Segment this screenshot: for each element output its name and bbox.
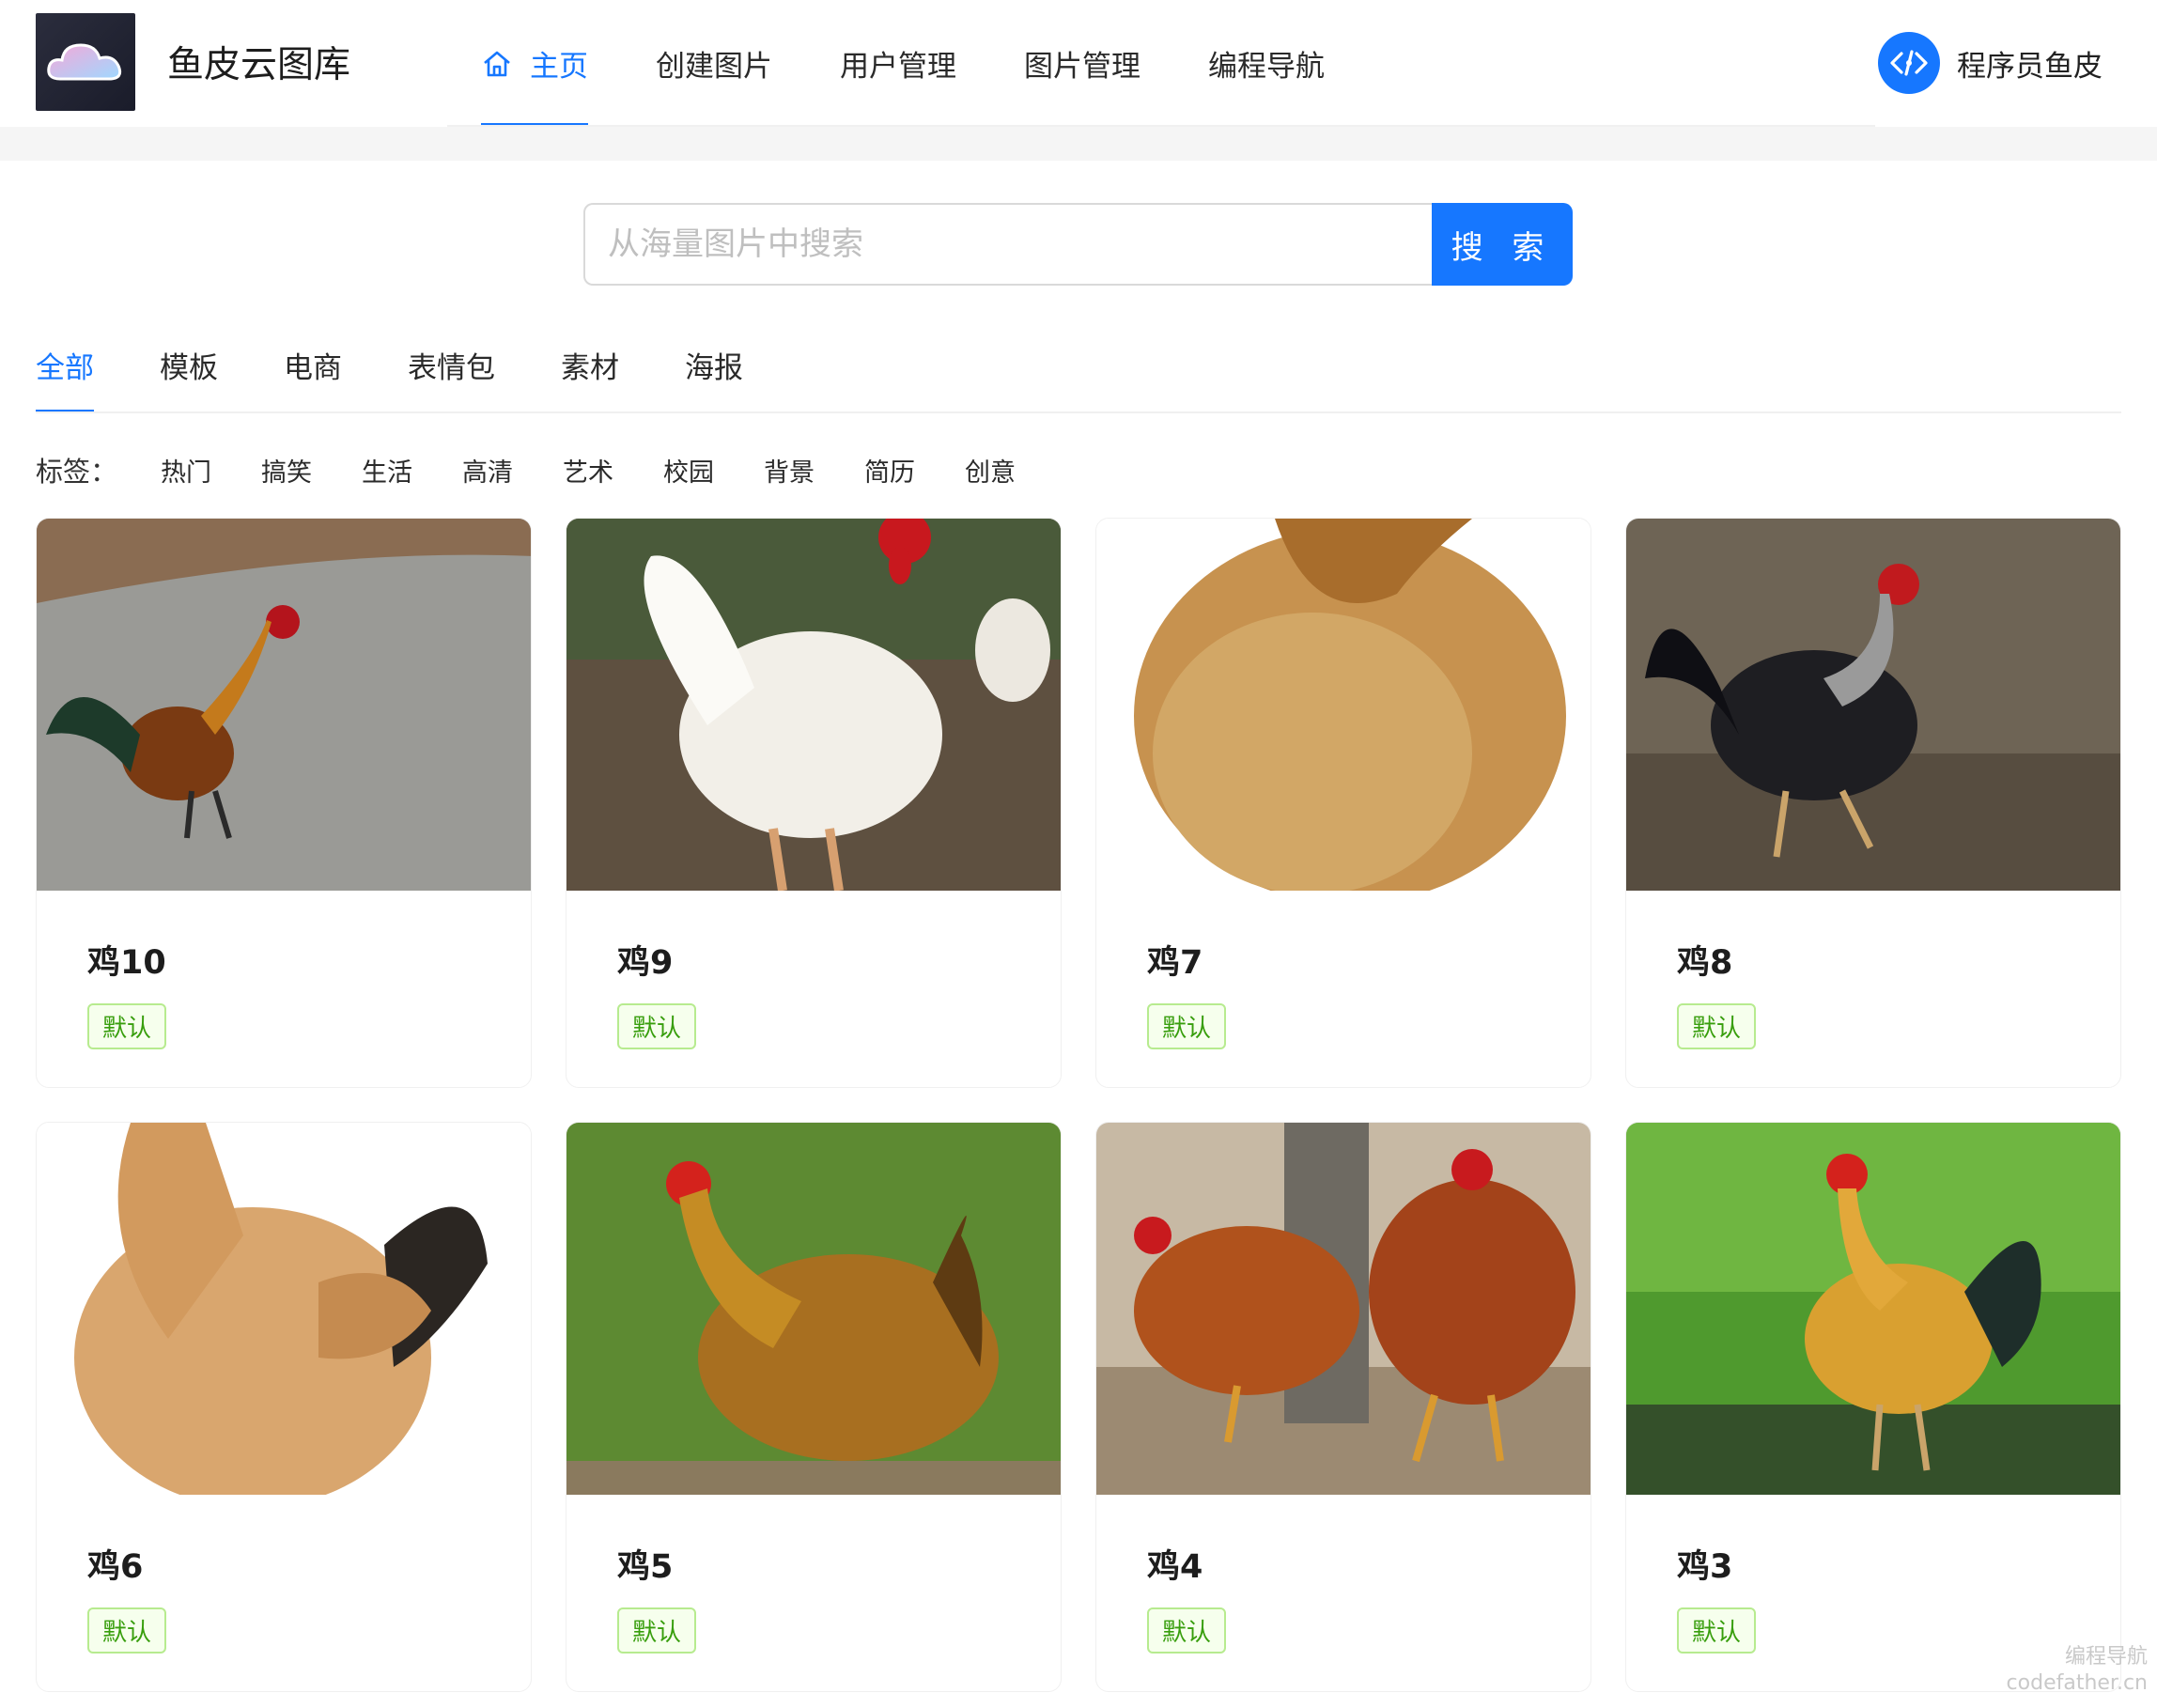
header-separator bbox=[0, 127, 2157, 161]
tab-template[interactable]: 模板 bbox=[160, 338, 218, 413]
tag-hot[interactable]: 热门 bbox=[161, 452, 211, 489]
nav-item-create-picture[interactable]: 创建图片 bbox=[622, 0, 806, 127]
tag-funny[interactable]: 搞笑 bbox=[261, 452, 312, 489]
tag-campus[interactable]: 校园 bbox=[663, 452, 714, 489]
picture-image[interactable] bbox=[1626, 519, 2120, 891]
tab-material[interactable]: 素材 bbox=[561, 338, 619, 413]
tag-creative[interactable]: 创意 bbox=[965, 452, 1016, 489]
category-badge: 默认 bbox=[1147, 1607, 1227, 1654]
site-watermark: 编程导航 codefather.cn bbox=[2007, 1644, 2148, 1697]
picture-image[interactable] bbox=[566, 519, 1061, 891]
picture-card[interactable]: 鸡3 默认 bbox=[1625, 1122, 2121, 1692]
home-icon bbox=[481, 48, 513, 80]
search-bar: 搜 索 bbox=[583, 203, 1573, 286]
picture-card[interactable]: 鸡8 默认 bbox=[1625, 518, 2121, 1088]
nav-item-label: 图片管理 bbox=[1024, 50, 1141, 84]
picture-title: 鸡6 bbox=[87, 1548, 144, 1586]
tag-life[interactable]: 生活 bbox=[362, 452, 412, 489]
tag-background[interactable]: 背景 bbox=[764, 452, 815, 489]
user-menu[interactable]: 程序员鱼皮 bbox=[1878, 32, 2103, 94]
picture-title: 鸡10 bbox=[87, 944, 166, 982]
nav-item-home[interactable]: 主页 bbox=[447, 0, 622, 127]
picture-image[interactable] bbox=[1096, 519, 1591, 891]
main-nav: 主页 创建图片 用户管理 图片管理 编程导航 bbox=[447, 0, 1358, 127]
watermark-line: codefather.cn bbox=[2006, 1671, 2148, 1695]
picture-grid: 鸡10 默认 鸡9 默认 鸡7 默认 鸡8 默认 鸡6 默认 鸡5 默认 鸡4 … bbox=[36, 518, 2121, 1692]
nav-item-picture-manage[interactable]: 图片管理 bbox=[990, 0, 1174, 127]
tabs-divider bbox=[36, 411, 2121, 413]
category-badge: 默认 bbox=[1677, 1003, 1757, 1049]
tag-filter: 标签： 热门 搞笑 生活 高清 艺术 校园 背景 简历 创意 bbox=[36, 449, 1065, 490]
category-badge: 默认 bbox=[1677, 1607, 1757, 1654]
nav-item-label: 用户管理 bbox=[840, 50, 956, 84]
picture-title: 鸡4 bbox=[1147, 1548, 1203, 1586]
search-input[interactable] bbox=[583, 203, 1432, 286]
picture-title: 鸡5 bbox=[617, 1548, 674, 1586]
picture-title: 鸡7 bbox=[1147, 944, 1203, 982]
category-badge: 默认 bbox=[1147, 1003, 1227, 1049]
user-name[interactable]: 程序员鱼皮 bbox=[1957, 42, 2103, 85]
picture-title: 鸡9 bbox=[617, 944, 674, 982]
picture-image[interactable] bbox=[566, 1123, 1061, 1495]
tags-label: 标签： bbox=[36, 456, 118, 488]
picture-image[interactable] bbox=[37, 1123, 531, 1495]
top-header: 鱼皮云图库 主页 创建图片 用户管理 图片管理 编程导航 程序员鱼皮 bbox=[0, 0, 2157, 127]
tag-resume[interactable]: 简历 bbox=[864, 452, 915, 489]
tag-hd[interactable]: 高清 bbox=[462, 452, 513, 489]
site-logo[interactable] bbox=[36, 13, 135, 111]
picture-card[interactable]: 鸡9 默认 bbox=[566, 518, 1062, 1088]
picture-card[interactable]: 鸡10 默认 bbox=[36, 518, 532, 1088]
tab-emoji[interactable]: 表情包 bbox=[408, 338, 495, 413]
picture-image[interactable] bbox=[1096, 1123, 1591, 1495]
picture-image[interactable] bbox=[37, 519, 531, 891]
avatar[interactable] bbox=[1878, 32, 1940, 94]
tab-ecommerce[interactable]: 电商 bbox=[284, 338, 342, 413]
category-badge: 默认 bbox=[87, 1003, 167, 1049]
search-button[interactable]: 搜 索 bbox=[1432, 203, 1573, 286]
picture-image[interactable] bbox=[1626, 1123, 2120, 1495]
tag-art[interactable]: 艺术 bbox=[563, 452, 613, 489]
nav-item-label: 编程导航 bbox=[1208, 50, 1325, 84]
nav-item-label: 主页 bbox=[530, 50, 588, 84]
category-badge: 默认 bbox=[87, 1607, 167, 1654]
category-badge: 默认 bbox=[617, 1003, 697, 1049]
tab-poster[interactable]: 海报 bbox=[685, 338, 743, 413]
site-title[interactable]: 鱼皮云图库 bbox=[167, 36, 350, 88]
tab-all[interactable]: 全部 bbox=[36, 338, 94, 413]
category-tabs: 全部 模板 电商 表情包 素材 海报 bbox=[36, 338, 809, 413]
picture-card[interactable]: 鸡4 默认 bbox=[1095, 1122, 1591, 1692]
category-badge: 默认 bbox=[617, 1607, 697, 1654]
nav-item-label: 创建图片 bbox=[656, 50, 772, 84]
nav-item-code-nav[interactable]: 编程导航 bbox=[1174, 0, 1358, 127]
code-logo-icon bbox=[1890, 50, 1928, 76]
watermark-line: 编程导航 bbox=[2064, 1645, 2148, 1669]
picture-title: 鸡8 bbox=[1677, 944, 1733, 982]
picture-title: 鸡3 bbox=[1677, 1548, 1733, 1586]
picture-card[interactable]: 鸡6 默认 bbox=[36, 1122, 532, 1692]
picture-card[interactable]: 鸡5 默认 bbox=[566, 1122, 1062, 1692]
picture-card[interactable]: 鸡7 默认 bbox=[1095, 518, 1591, 1088]
nav-item-user-manage[interactable]: 用户管理 bbox=[806, 0, 990, 127]
